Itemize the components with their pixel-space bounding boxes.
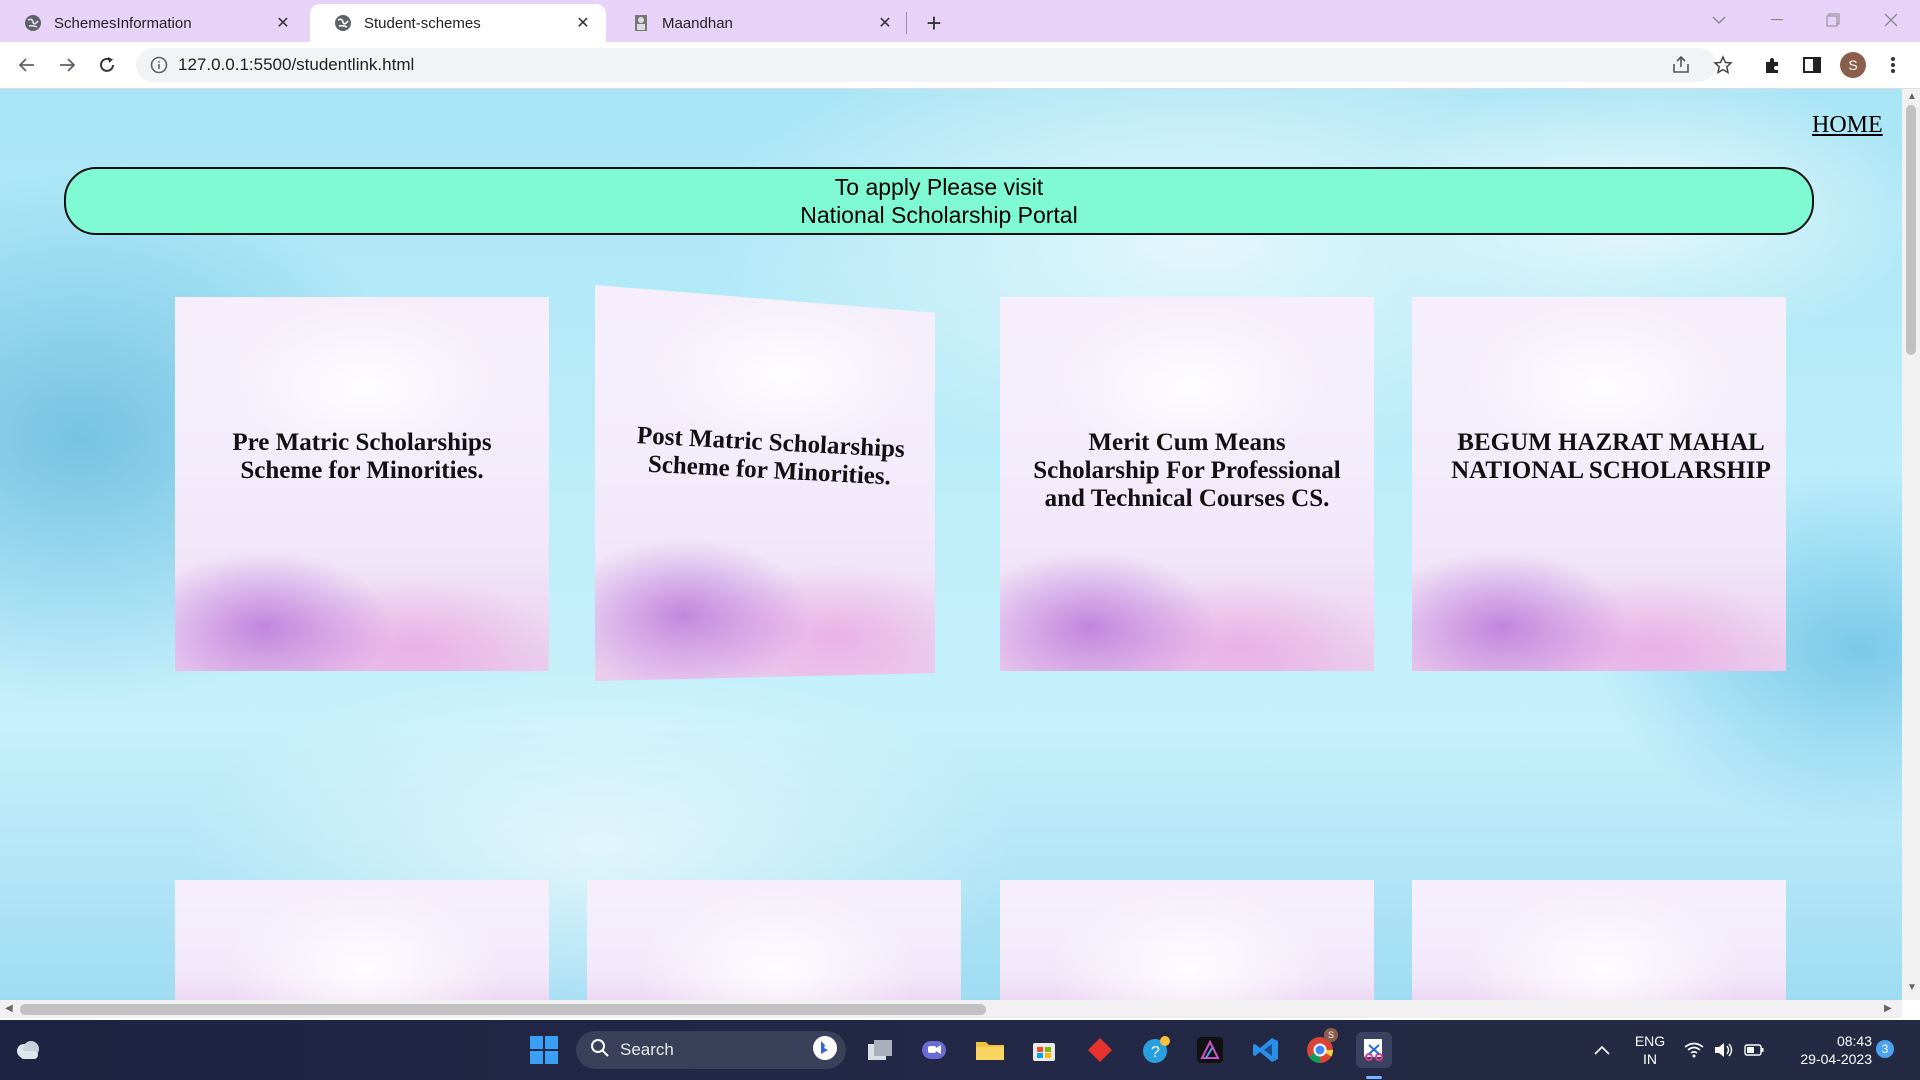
- scroll-down-arrow-icon[interactable]: ▼: [1907, 982, 1917, 993]
- vscode-icon[interactable]: [1248, 1032, 1284, 1068]
- globe-icon: [334, 14, 352, 32]
- card-title: Merit Cum Means Scholarship For Professi…: [1033, 429, 1341, 512]
- snipping-tool-icon[interactable]: [1356, 1032, 1392, 1068]
- apply-banner[interactable]: To apply Please visit National Scholarsh…: [64, 167, 1814, 235]
- horizontal-scroll-thumb[interactable]: [20, 1004, 986, 1015]
- profile-avatar[interactable]: S: [1840, 52, 1866, 78]
- page-viewport: HOME To apply Please visit National Scho…: [0, 89, 1902, 1000]
- extensions-puzzle-icon[interactable]: [1760, 52, 1786, 78]
- card-title: Post Matric Scholarships Scheme for Mino…: [636, 422, 906, 491]
- scroll-right-arrow-icon[interactable]: ▶: [1884, 1003, 1892, 1014]
- tab-schemesinformation[interactable]: SchemesInformation ✕: [0, 4, 306, 42]
- globe-icon: [24, 14, 42, 32]
- lang-line1: ENG: [1634, 1033, 1666, 1049]
- notification-badge[interactable]: 3: [1876, 1040, 1894, 1058]
- search-icon: [590, 1038, 610, 1063]
- windows-start-icon[interactable]: [526, 1032, 562, 1068]
- info-icon[interactable]: [150, 56, 168, 74]
- forward-button[interactable]: [52, 50, 82, 80]
- person-icon: [632, 14, 650, 32]
- taskbar-search[interactable]: Search: [576, 1031, 846, 1069]
- national-scholarship-portal-link[interactable]: National Scholarship Portal: [800, 201, 1077, 229]
- microsoft-store-icon[interactable]: [1026, 1032, 1062, 1068]
- kebab-menu-icon[interactable]: [1880, 52, 1906, 78]
- close-window-button[interactable]: [1862, 0, 1920, 40]
- minimize-button[interactable]: [1748, 0, 1806, 40]
- close-icon[interactable]: ✕: [572, 12, 594, 34]
- file-explorer-icon[interactable]: [972, 1032, 1008, 1068]
- vertical-scrollbar[interactable]: ▲ ▼: [1902, 89, 1920, 1000]
- active-app-indicator: [1366, 1076, 1382, 1079]
- side-panel-icon[interactable]: [1799, 52, 1825, 78]
- tab-search-chevron-icon[interactable]: [1690, 0, 1748, 40]
- banner-text-line1: To apply Please visit: [834, 174, 1044, 200]
- scheme-card-merit-cum-means[interactable]: Merit Cum Means Scholarship For Professi…: [1000, 297, 1374, 671]
- vertical-scroll-thumb[interactable]: [1906, 105, 1916, 355]
- address-toolbar: 127.0.0.1:5500/studentlink.html: [0, 42, 1920, 89]
- new-tab-button[interactable]: +: [918, 7, 950, 39]
- weather-cloud-icon[interactable]: [10, 1032, 46, 1068]
- scheme-card-row2-1[interactable]: [175, 880, 549, 1000]
- app-diamond-icon[interactable]: [1082, 1032, 1118, 1068]
- task-view-icon[interactable]: [862, 1032, 898, 1068]
- scheme-card-row2-3[interactable]: [1000, 880, 1374, 1000]
- card-title: BEGUM HAZRAT MAHAL NATIONAL SCHOLARSHIP: [1451, 429, 1771, 484]
- scroll-left-arrow-icon[interactable]: ◀: [5, 1003, 13, 1014]
- restore-button[interactable]: [1804, 0, 1862, 40]
- battery-icon[interactable]: [1740, 1032, 1768, 1068]
- tab-maandhan[interactable]: Maandhan ✕: [608, 4, 908, 42]
- lang-line2: IN: [1643, 1051, 1657, 1067]
- help-icon[interactable]: ?: [1138, 1032, 1174, 1068]
- bookmark-star-icon[interactable]: [1710, 52, 1736, 78]
- close-icon[interactable]: ✕: [272, 12, 294, 34]
- scheme-card-row2-2[interactable]: [587, 880, 961, 1000]
- svg-text:?: ?: [1151, 1044, 1160, 1061]
- card-title: Pre Matric Scholarships Scheme for Minor…: [232, 429, 492, 484]
- scheme-card-pre-matric[interactable]: Pre Matric Scholarships Scheme for Minor…: [175, 297, 549, 671]
- wifi-icon[interactable]: [1680, 1032, 1708, 1068]
- windows-taskbar: Search ? S ENG IN 08:43 29-04-2023 3: [0, 1020, 1920, 1080]
- home-link[interactable]: HOME: [1812, 112, 1883, 139]
- scheme-card-begum-hazrat-mahal[interactable]: BEGUM HAZRAT MAHAL NATIONAL SCHOLARSHIP: [1412, 297, 1786, 671]
- tab-separator: [906, 12, 907, 34]
- scheme-card-row2-4[interactable]: [1412, 880, 1786, 1000]
- scroll-up-arrow-icon[interactable]: ▲: [1907, 91, 1917, 102]
- back-button[interactable]: [12, 50, 42, 80]
- tab-strip: SchemesInformation ✕ Student-schemes ✕ M…: [0, 0, 1920, 42]
- clock[interactable]: 08:43 29-04-2023: [1782, 1032, 1872, 1068]
- tab-title: Student-schemes: [364, 14, 481, 32]
- tab-student-schemes[interactable]: Student-schemes ✕: [310, 4, 606, 42]
- search-label: Search: [620, 1040, 674, 1059]
- affinity-app-icon[interactable]: [1192, 1032, 1228, 1068]
- reload-button[interactable]: [92, 50, 122, 80]
- chevron-up-icon[interactable]: [1584, 1032, 1620, 1068]
- tab-title: SchemesInformation: [54, 14, 192, 32]
- scheme-card-post-matric[interactable]: Post Matric Scholarships Scheme for Mino…: [595, 285, 935, 681]
- share-icon[interactable]: [1668, 52, 1694, 78]
- bing-icon[interactable]: [812, 1035, 838, 1066]
- address-bar[interactable]: 127.0.0.1:5500/studentlink.html: [136, 48, 1716, 82]
- url-text[interactable]: 127.0.0.1:5500/studentlink.html: [178, 55, 414, 75]
- language-indicator[interactable]: ENG IN: [1630, 1032, 1670, 1068]
- chrome-profile-badge: S: [1324, 1028, 1338, 1042]
- clock-time: 08:43: [1836, 1033, 1872, 1049]
- chrome-icon[interactable]: S: [1302, 1028, 1338, 1068]
- teams-chat-icon[interactable]: [916, 1032, 952, 1068]
- tab-title: Maandhan: [662, 14, 733, 32]
- close-icon[interactable]: ✕: [874, 12, 896, 34]
- volume-icon[interactable]: [1710, 1032, 1738, 1068]
- clock-date: 29-04-2023: [1800, 1051, 1872, 1067]
- horizontal-scrollbar[interactable]: ◀ ▶: [0, 1000, 1902, 1018]
